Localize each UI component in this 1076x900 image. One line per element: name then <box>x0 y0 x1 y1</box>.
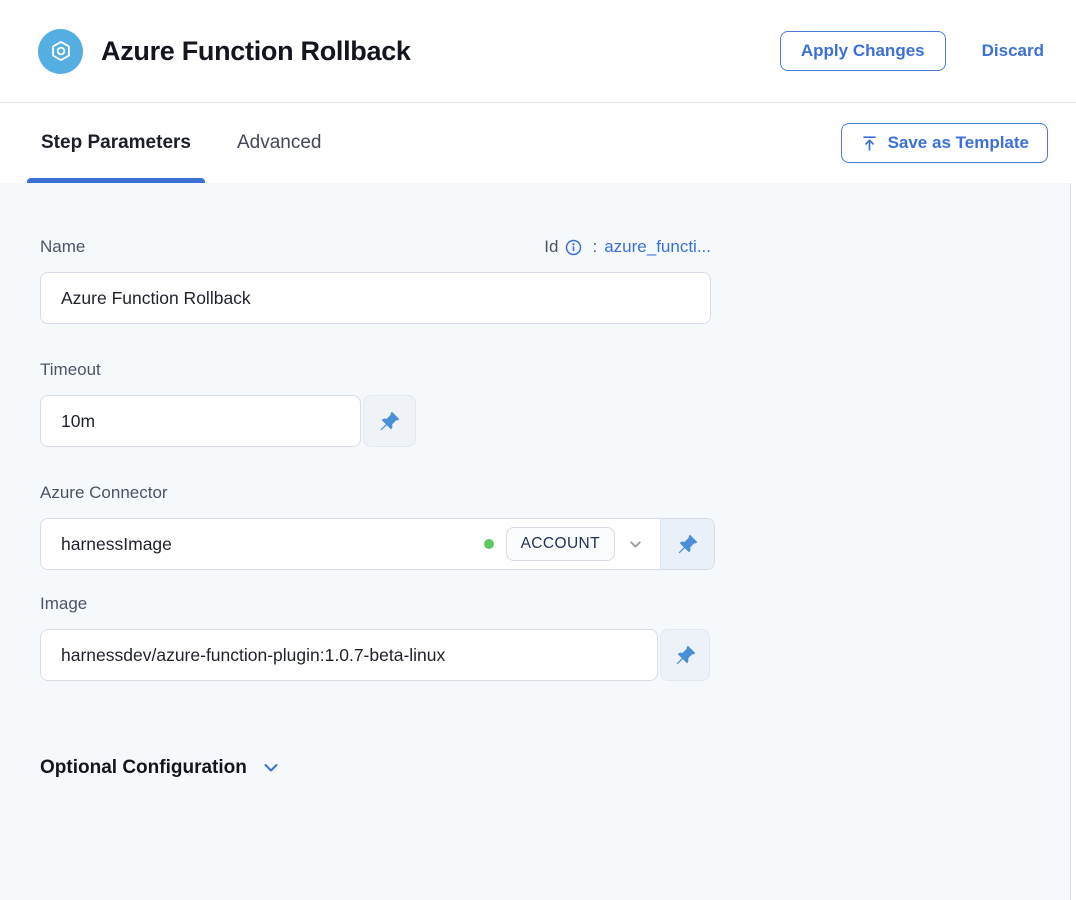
pin-icon <box>677 534 698 555</box>
connector-scope-badge[interactable]: ACCOUNT <box>506 527 615 561</box>
scrollbar-track[interactable] <box>1070 183 1076 900</box>
image-field: Image <box>40 592 1076 681</box>
image-label: Image <box>40 592 1076 616</box>
tab-advanced[interactable]: Advanced <box>223 103 336 183</box>
azure-connector-field: Azure Connector harnessImage ACCOUNT <box>40 481 1076 570</box>
id-label: Id <box>544 237 558 257</box>
apply-changes-button[interactable]: Apply Changes <box>780 31 946 71</box>
chevron-down-icon <box>261 758 281 778</box>
id-separator: : <box>592 237 597 257</box>
name-field: Name Id : azure_functi... <box>40 235 1076 324</box>
page-title: Azure Function Rollback <box>101 36 780 67</box>
step-parameters-panel: Name Id : azure_functi... Timeout <box>0 183 1076 900</box>
step-id-link[interactable]: azure_functi... <box>604 237 711 257</box>
save-as-template-button[interactable]: Save as Template <box>841 123 1048 163</box>
azure-connector-value[interactable]: harnessImage <box>41 519 484 569</box>
timeout-label: Timeout <box>40 358 1076 382</box>
tab-advanced-label: Advanced <box>237 132 322 154</box>
step-id-group: Id : azure_functi... <box>544 237 711 257</box>
timeout-field: Timeout <box>40 358 1076 447</box>
info-icon[interactable] <box>565 239 582 256</box>
hexagon-nut-icon <box>48 38 74 64</box>
step-type-icon-circle <box>38 29 83 74</box>
discard-button[interactable]: Discard <box>982 41 1044 61</box>
name-input[interactable] <box>40 272 711 324</box>
pin-icon <box>379 411 400 432</box>
save-as-template-label: Save as Template <box>888 133 1029 153</box>
timeout-fixed-value-pin-button[interactable] <box>363 395 416 447</box>
tab-step-parameters[interactable]: Step Parameters <box>27 103 205 183</box>
pin-icon <box>675 645 696 666</box>
connector-status-dot <box>484 539 494 549</box>
panel-header: Azure Function Rollback Apply Changes Di… <box>0 0 1076 103</box>
optional-configuration-label: Optional Configuration <box>40 757 247 779</box>
azure-connector-label: Azure Connector <box>40 481 1076 505</box>
image-fixed-value-pin-button[interactable] <box>660 629 710 681</box>
azure-connector-select[interactable]: harnessImage ACCOUNT <box>40 518 715 570</box>
timeout-input[interactable] <box>40 395 361 447</box>
optional-configuration-toggle[interactable]: Optional Configuration <box>40 757 281 779</box>
azure-connector-fixed-value-pin-button[interactable] <box>660 519 714 569</box>
name-label: Name <box>40 235 85 259</box>
image-input[interactable] <box>41 630 657 680</box>
upload-icon <box>860 134 879 153</box>
tab-bar: Step Parameters Advanced Save as Templat… <box>0 103 1076 183</box>
chevron-down-icon[interactable] <box>627 536 644 553</box>
tab-step-parameters-label: Step Parameters <box>41 132 191 154</box>
